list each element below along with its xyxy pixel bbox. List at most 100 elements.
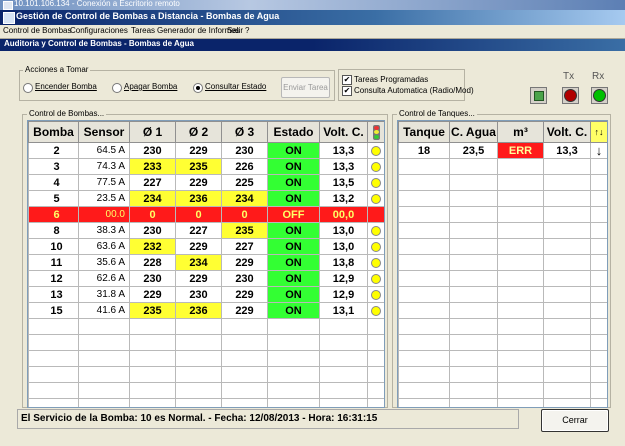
radio-consultar[interactable] [193,83,203,93]
cell-agua [449,302,498,319]
col-tanque[interactable]: Tanque [398,121,450,143]
cell-sensor: 00.0 [78,206,130,223]
table-row[interactable] [398,158,607,175]
table-row[interactable] [28,398,384,407]
table-row[interactable]: 12 62.6 A 230 229 230 ON 12,9 [28,270,384,287]
empty-cell [590,158,607,175]
enviar-tarea-button[interactable]: Enviar Tarea [281,77,330,98]
table-row[interactable] [398,190,607,207]
menu-help[interactable]: ? [245,26,249,35]
cell-agua [449,174,498,191]
table-row[interactable] [398,238,607,255]
col-volt-tanque[interactable]: Volt. C. [543,121,591,143]
cell-agua [449,366,498,383]
col-fase2[interactable]: Ø 2 [175,121,222,143]
table-row[interactable]: 2 64.5 A 230 229 230 ON 13,3 [28,142,384,159]
table-row[interactable] [28,318,384,335]
cell-agua [449,206,498,223]
cell-volt [543,398,591,407]
menu-control-bombas[interactable]: Control de Bombas [3,26,71,35]
table-row[interactable]: 4 77.5 A 227 229 225 ON 13,5 [28,174,384,191]
col-bomba[interactable]: Bomba [28,121,79,143]
table-row[interactable] [398,286,607,303]
tareas-label[interactable]: Tareas Programadas [354,75,428,84]
col-m3[interactable]: m³ [497,121,544,143]
col-volt[interactable]: Volt. C. [319,121,368,143]
table-row[interactable] [28,382,384,399]
table-row[interactable] [398,254,607,271]
radio-encender[interactable] [23,83,33,93]
cell-tanque [398,222,450,239]
bombas-grid: Bomba Sensor Ø 1 Ø 2 Ø 3 Estado Volt. C.… [27,120,385,408]
cell-volt: 00,0 [319,206,368,223]
cell-sensor [78,398,130,407]
table-row[interactable] [398,366,607,383]
sort-icon[interactable]: ↑↓ [590,121,607,143]
tareas-checkbox[interactable]: ✔ [342,75,352,85]
table-row[interactable]: 5 23.5 A 234 236 234 ON 13,2 [28,190,384,207]
table-row[interactable] [398,206,607,223]
table-row[interactable]: 10 63.6 A 232 229 227 ON 13,0 [28,238,384,255]
cell-f2: 236 [175,302,222,319]
table-row[interactable] [398,334,607,351]
table-row[interactable]: 13 31.8 A 229 230 229 ON 12,9 [28,286,384,303]
status-dot-icon [371,273,381,284]
cell-estado [267,350,320,367]
menu-configuraciones[interactable]: Configuraciones [70,26,128,35]
menu-salir[interactable]: Salir [227,26,243,35]
cell-volt [543,270,591,287]
table-row[interactable]: 11 35.6 A 228 234 229 ON 13,8 [28,254,384,271]
table-row[interactable]: 15 41.6 A 235 236 229 ON 13,1 [28,302,384,319]
cell-estado: ON [267,302,320,319]
cell-agua [449,190,498,207]
table-row[interactable] [398,318,607,335]
cell-estado: OFF [267,206,320,223]
table-row[interactable] [28,350,384,367]
col-agua[interactable]: C. Agua [449,121,498,143]
consulta-label[interactable]: Consulta Automatica (Radio/Mod) [354,86,474,95]
cell-sensor: 62.6 A [78,270,130,287]
table-row[interactable] [398,350,607,367]
table-row[interactable]: 3 74.3 A 233 235 226 ON 13,3 [28,158,384,175]
table-row[interactable] [398,222,607,239]
label-apagar[interactable]: Apagar Bomba [124,82,177,91]
cell-bomba: 2 [28,142,79,159]
cell-volt [319,350,368,367]
consulta-checkbox[interactable]: ✔ [342,86,352,96]
label-consultar[interactable]: Consultar Estado [205,82,266,91]
cell-f3: 234 [221,190,268,207]
cerrar-button[interactable]: Cerrar [541,409,609,432]
cell-bomba [28,318,79,335]
cell-bomba [28,334,79,351]
connection-icon[interactable] [530,87,547,104]
table-row[interactable] [398,382,607,399]
label-encender[interactable]: Encender Bomba [35,82,97,91]
cell-agua [449,158,498,175]
cell-f1 [129,334,176,351]
tx-led-icon [564,89,577,102]
table-row[interactable]: 8 38.3 A 230 227 235 ON 13,0 [28,222,384,239]
table-row[interactable] [398,398,607,407]
table-row[interactable] [398,302,607,319]
menu-tareas[interactable]: Tareas [131,26,155,35]
radio-apagar[interactable] [112,83,122,93]
table-row[interactable] [28,366,384,383]
table-row[interactable]: 6 00.0 0 0 0 OFF 00,0 [28,206,384,223]
cell-estado: ON [267,254,320,271]
cell-agua: 23,5 [449,142,498,159]
cell-tanque [398,206,450,223]
status-dot-icon [371,289,381,300]
cell-sensor: 74.3 A [78,158,130,175]
table-row[interactable]: 18 23,5 ERR 13,3 ↓ [398,142,607,159]
col-fase3[interactable]: Ø 3 [221,121,268,143]
cell-f2: 229 [175,270,222,287]
table-row[interactable] [398,270,607,287]
cell-tanque [398,158,450,175]
status-bar: El Servicio de la Bomba: 10 es Normal. -… [17,409,519,429]
col-sensor[interactable]: Sensor [78,121,130,143]
table-row[interactable] [398,174,607,191]
table-row[interactable] [28,334,384,351]
col-fase1[interactable]: Ø 1 [129,121,176,143]
col-estado[interactable]: Estado [267,121,320,143]
col-semaphore[interactable] [367,121,384,143]
